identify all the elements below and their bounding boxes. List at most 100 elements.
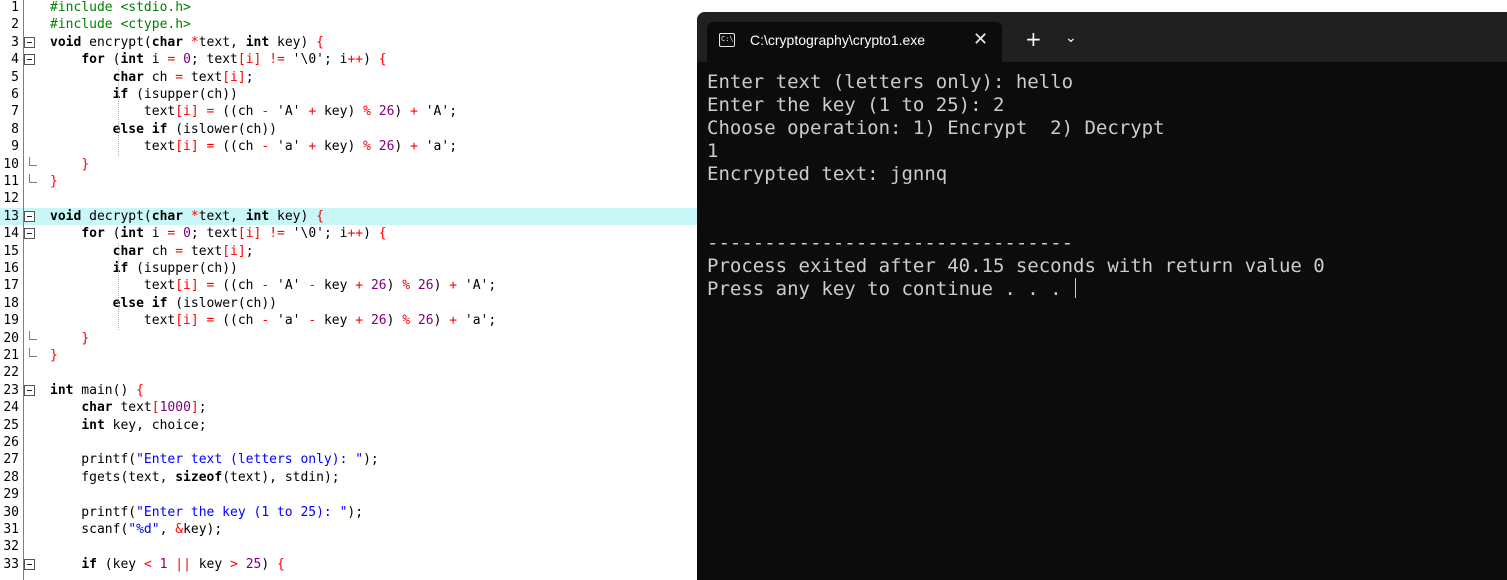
line-number: 5	[11, 69, 19, 85]
code-line[interactable]: 11}	[0, 173, 700, 190]
code-text: else if (islower(ch))	[112, 295, 277, 311]
code-line[interactable]: 2 #include <ctype.h>	[0, 16, 700, 33]
code-line[interactable]: 20 }	[0, 330, 700, 347]
line-number: 32	[3, 539, 19, 555]
terminal-line: Enter text (letters only): hello	[707, 71, 1074, 93]
code-line[interactable]: 5 char ch = text[i];	[0, 69, 700, 86]
terminal-output[interactable]: Enter text (letters only): hello Enter th…	[707, 71, 1325, 301]
terminal-line: Enter the key (1 to 25): 2	[707, 94, 1005, 116]
code-line[interactable]: 24 char text[1000];	[0, 399, 700, 416]
code-line[interactable]: 29	[0, 486, 700, 503]
code-line[interactable]: 21}	[0, 347, 700, 364]
line-number: 26	[3, 435, 19, 450]
code-line[interactable]: 18 else if (islower(ch))	[0, 295, 700, 312]
fold-collapse-icon[interactable]	[24, 36, 35, 48]
line-number: 2	[11, 17, 19, 33]
code-text: int key, choice;	[81, 417, 207, 433]
code-text: #include <ctype.h>	[50, 17, 191, 33]
code-line[interactable]: 7 text[i] = ((ch - 'A' + key) % 26) + 'A…	[0, 103, 700, 120]
fold-gutter-line	[23, 0, 24, 580]
code-line[interactable]: 31 scanf("%d", &key);	[0, 521, 700, 538]
code-line[interactable]: 9 text[i] = ((ch - 'a' + key) % 26) + 'a…	[0, 138, 700, 155]
fold-collapse-icon[interactable]	[24, 558, 35, 570]
text-cursor	[1075, 278, 1077, 298]
terminal-line: Process exited after 40.15 seconds with …	[707, 255, 1325, 277]
line-number: 25	[3, 417, 19, 433]
console-icon: C:\	[719, 33, 735, 47]
line-number: 22	[3, 365, 19, 381]
terminal-tab-bar: C:\ C:\cryptography\crypto1.exe ✕ + ⌄	[697, 12, 1507, 62]
code-line[interactable]: 15 char ch = text[i];	[0, 243, 700, 260]
code-line[interactable]: 8 else if (islower(ch))	[0, 121, 700, 138]
code-text: #include <stdio.h>	[50, 0, 191, 15]
code-line[interactable]: 6 if (isupper(ch))	[0, 86, 700, 103]
code-text: text[i] = ((ch - 'A' - key + 26) % 26) +…	[50, 278, 497, 294]
code-line[interactable]: 1 #include <stdio.h>	[0, 0, 700, 16]
line-number: 21	[3, 348, 19, 363]
fold-collapse-icon[interactable]	[24, 210, 35, 222]
code-line[interactable]: 27 printf("Enter text (letters only): ")…	[0, 451, 700, 468]
fold-collapse-icon[interactable]	[24, 228, 35, 240]
line-number: 13	[3, 208, 19, 224]
code-line[interactable]: 28 fgets(text, sizeof(text), stdin);	[0, 469, 700, 486]
code-line[interactable]: 30 printf("Enter the key (1 to 25): ");	[0, 504, 700, 521]
line-number: 30	[3, 504, 19, 520]
code-line[interactable]: 19 text[i] = ((ch - 'a' - key + 26) % 26…	[0, 312, 700, 329]
code-text: printf("Enter the key (1 to 25): ");	[50, 504, 364, 520]
code-line[interactable]: 32	[0, 538, 700, 555]
code-text: char ch = text[i];	[112, 69, 254, 85]
code-text: char text[1000];	[81, 400, 207, 416]
indent-guide	[118, 68, 119, 156]
line-number: 14	[3, 226, 19, 242]
code-line[interactable]: 14 for (int i = 0; text[i] != '\0'; i++)…	[0, 225, 700, 242]
code-text: text[i] = ((ch - 'a' + key) % 26) + 'a';	[50, 139, 458, 155]
code-line[interactable]: 12	[0, 190, 700, 207]
code-line[interactable]: 4 for (int i = 0; text[i] != '\0'; i++) …	[0, 51, 700, 68]
code-editor[interactable]: 1 #include <stdio.h> 2 #include <ctype.h> 3 v…	[0, 0, 700, 580]
code-line[interactable]: 13 void decrypt(char *text, int key) {	[0, 207, 700, 226]
code-line[interactable]: 22	[0, 364, 700, 381]
line-number: 7	[11, 104, 19, 120]
code-line[interactable]: 17 text[i] = ((ch - 'A' - key + 26) % 26…	[0, 277, 700, 294]
terminal-window[interactable]: C:\ C:\cryptography\crypto1.exe ✕ + ⌄ En…	[697, 12, 1507, 580]
new-tab-button[interactable]: +	[1025, 28, 1042, 50]
line-number: 8	[11, 121, 19, 137]
terminal-line: 1	[707, 140, 719, 162]
code-line[interactable]: 25 int key, choice;	[0, 417, 700, 434]
line-number: 11	[3, 174, 19, 189]
fold-end-marker	[29, 156, 37, 166]
code-line[interactable]: 16 if (isupper(ch))	[0, 260, 700, 277]
indent-guide	[118, 242, 119, 330]
fold-end-marker	[29, 174, 37, 183]
line-number: 28	[3, 469, 19, 485]
line-number: 15	[3, 243, 19, 259]
code-line[interactable]: 3 void encrypt(char *text, int key) {	[0, 34, 700, 51]
code-text: if (key < 1 || key > 25) {	[81, 556, 285, 572]
fold-collapse-icon[interactable]	[24, 384, 35, 396]
code-line[interactable]: 26	[0, 434, 700, 451]
code-text: void encrypt(char *text, int key) {	[50, 34, 324, 50]
fold-collapse-icon[interactable]	[24, 54, 35, 66]
code-text: }	[50, 348, 58, 363]
line-number: 27	[3, 452, 19, 468]
code-text: char ch = text[i];	[112, 243, 254, 259]
code-line[interactable]: 23 int main() {	[0, 382, 700, 399]
chevron-down-icon[interactable]: ⌄	[1065, 30, 1077, 46]
terminal-tab[interactable]: C:\ C:\cryptography\crypto1.exe ✕	[707, 22, 1002, 62]
code-text: text[i] = ((ch - 'A' + key) % 26) + 'A';	[50, 104, 458, 120]
code-text: text[i] = ((ch - 'a' - key + 26) % 26) +…	[50, 313, 497, 329]
close-tab-icon[interactable]: ✕	[973, 29, 988, 50]
line-number: 10	[3, 156, 19, 172]
code-line[interactable]: 33 if (key < 1 || key > 25) {	[0, 556, 700, 573]
fold-end-marker	[29, 348, 37, 357]
code-text: if (isupper(ch))	[112, 261, 238, 276]
code-text: for (int i = 0; text[i] != '\0'; i++) {	[81, 226, 387, 242]
code-line[interactable]: 10 }	[0, 156, 700, 173]
line-number: 9	[11, 139, 19, 155]
code-text: }	[50, 174, 58, 189]
code-text: else if (islower(ch))	[112, 121, 277, 137]
line-number: 24	[3, 400, 19, 416]
line-number: 29	[3, 487, 19, 503]
line-number: 6	[11, 87, 19, 102]
